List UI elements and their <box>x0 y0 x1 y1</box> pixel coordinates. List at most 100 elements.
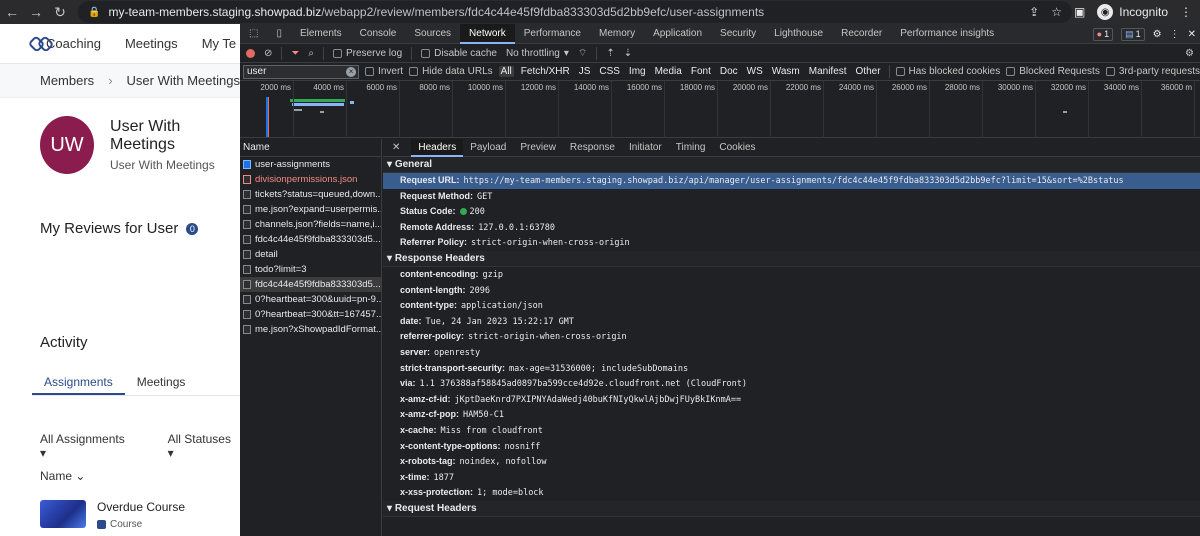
address-bar[interactable]: 🔒 my-team-members.staging.showpad.biz /w… <box>78 1 1072 23</box>
filter-icon[interactable]: ⏷ <box>291 48 299 59</box>
request-row[interactable]: 0?heartbeat=300&uuid=pn-9... <box>240 292 381 307</box>
filter-type-other[interactable]: Other <box>854 66 883 77</box>
nav-coaching[interactable]: Coaching <box>46 36 101 51</box>
detail-tab-timing[interactable]: Timing <box>669 139 713 157</box>
third-party-checkbox[interactable]: 3rd-party requests <box>1105 66 1200 77</box>
detail-tab-headers[interactable]: Headers <box>411 139 464 157</box>
request-row[interactable]: channels.json?fields=name,i... <box>240 217 381 232</box>
detail-tab-cookies[interactable]: Cookies <box>712 139 762 157</box>
device-toggle-icon[interactable]: ▯ <box>267 24 291 44</box>
filter-type-all[interactable]: All <box>498 66 514 77</box>
settings-gear-icon[interactable]: ⚙ <box>1153 29 1162 40</box>
throttling-select[interactable]: No throttling ▾ <box>506 48 569 59</box>
header-row[interactable]: strict-transport-security: max-age=315360… <box>383 361 1200 377</box>
header-row[interactable]: x-cache: Miss from cloudfront <box>383 423 1200 439</box>
tab-application[interactable]: Application <box>644 24 711 44</box>
message-count-badge[interactable]: ▤ 1 <box>1121 27 1145 41</box>
back-icon[interactable]: ← <box>0 0 24 24</box>
blocked-cookies-checkbox[interactable]: Has blocked cookies <box>895 66 1000 77</box>
response-headers-section-header[interactable]: ▾ Response Headers <box>383 250 1200 267</box>
network-settings-icon[interactable]: ⚙ <box>1185 48 1194 59</box>
filter-input[interactable]: user × <box>243 64 360 79</box>
header-row[interactable]: Request Method: GET <box>383 189 1200 205</box>
header-row[interactable]: x-time: 1877 <box>383 470 1200 486</box>
header-row[interactable]: Remote Address: 127.0.0.1:63780 <box>383 220 1200 236</box>
tab-performance[interactable]: Performance <box>515 24 590 44</box>
header-row[interactable]: content-length: 2096 <box>383 283 1200 299</box>
blocked-requests-checkbox[interactable]: Blocked Requests <box>1006 66 1100 77</box>
request-row[interactable]: fdc4c44e45f9fdba833303d5... <box>240 232 381 247</box>
tab-console[interactable]: Console <box>351 24 406 44</box>
header-row[interactable]: via: 1.1 376388af58845ad0897ba599cce4d92e… <box>383 376 1200 392</box>
clear-filter-icon[interactable]: × <box>346 66 357 77</box>
request-headers-section-header[interactable]: ▾ Request Headers <box>383 500 1200 517</box>
side-panel-icon[interactable]: ▣ <box>1074 5 1085 19</box>
request-row[interactable]: tickets?status=queued,down... <box>240 187 381 202</box>
bookmark-star-icon[interactable]: ☆ <box>1051 5 1062 19</box>
header-row[interactable]: content-type: application/json <box>383 298 1200 314</box>
incognito-indicator[interactable]: ◉ Incognito <box>1097 4 1168 20</box>
header-row[interactable]: x-amz-cf-pop: HAM50-C1 <box>383 407 1200 423</box>
search-icon[interactable]: ⌕ <box>308 48 314 59</box>
header-row[interactable]: date: Tue, 24 Jan 2023 15:22:17 GMT <box>383 314 1200 330</box>
filter-type-manifest[interactable]: Manifest <box>807 66 849 77</box>
tab-sources[interactable]: Sources <box>405 24 460 44</box>
request-row[interactable]: detail <box>240 247 381 262</box>
filter-type-wasm[interactable]: Wasm <box>770 66 802 77</box>
tab-elements[interactable]: Elements <box>291 24 351 44</box>
hide-data-urls-checkbox[interactable]: Hide data URLs <box>409 66 493 77</box>
list-item[interactable]: Overdue Course Course <box>40 500 185 530</box>
tab-lighthouse[interactable]: Lighthouse <box>765 24 832 44</box>
menu-kebab-icon[interactable]: ⋮ <box>1180 5 1192 19</box>
request-row[interactable]: user-assignments <box>240 157 381 172</box>
tab-meetings[interactable]: Meetings <box>125 366 198 395</box>
clear-icon[interactable]: ⊘ <box>264 48 272 59</box>
request-row[interactable]: me.json?expand=userpermis... <box>240 202 381 217</box>
detail-tab-response[interactable]: Response <box>563 139 622 157</box>
status-filter-dropdown[interactable]: All Statuses ▾ <box>168 432 240 460</box>
detail-tab-payload[interactable]: Payload <box>463 139 513 157</box>
request-row[interactable]: fdc4c44e45f9fdba833303d5... <box>240 277 381 292</box>
header-row[interactable]: Referrer Policy: strict-origin-when-cross… <box>383 235 1200 251</box>
header-row[interactable]: x-content-type-options: nosniff <box>383 439 1200 455</box>
invert-checkbox[interactable]: Invert <box>365 66 403 77</box>
tab-assignments[interactable]: Assignments <box>32 366 125 395</box>
request-row[interactable]: divisionpermissions.json <box>240 172 381 187</box>
header-row[interactable]: Request URL: https://my-team-members.stag… <box>383 173 1200 189</box>
header-row[interactable]: referrer-policy: strict-origin-when-cross… <box>383 329 1200 345</box>
share-icon[interactable]: ⇪ <box>1029 5 1039 19</box>
header-row[interactable]: x-xss-protection: 1; mode=block <box>383 485 1200 501</box>
reload-icon[interactable]: ↻ <box>48 0 72 24</box>
preserve-log-checkbox[interactable]: Preserve log <box>333 48 402 59</box>
close-icon[interactable]: ✕ <box>1188 29 1196 40</box>
request-row[interactable]: todo?limit=3 <box>240 262 381 277</box>
assignments-filter-dropdown[interactable]: All Assignments ▾ <box>40 432 134 460</box>
name-column-header[interactable]: Name <box>240 139 381 157</box>
network-conditions-icon[interactable]: ⌔ <box>578 47 587 60</box>
forward-icon[interactable]: → <box>24 0 48 24</box>
detail-tab-initiator[interactable]: Initiator <box>622 139 669 157</box>
close-details-icon[interactable]: ✕ <box>388 142 404 153</box>
filter-type-img[interactable]: Img <box>627 66 648 77</box>
network-timeline-overview[interactable]: 2000 ms 4000 ms 6000 ms 8000 ms 10000 ms 1200… <box>240 81 1200 138</box>
filter-type-font[interactable]: Font <box>689 66 713 77</box>
disable-cache-checkbox[interactable]: Disable cache <box>421 48 497 59</box>
filter-type-js[interactable]: JS <box>577 66 593 77</box>
error-count-badge[interactable]: ● 1 <box>1092 27 1114 41</box>
filter-type-doc[interactable]: Doc <box>718 66 740 77</box>
request-row[interactable]: me.json?xShowpadIdFormat... <box>240 322 381 337</box>
breadcrumb-members[interactable]: Members <box>40 73 94 88</box>
filter-type-media[interactable]: Media <box>653 66 684 77</box>
header-row[interactable]: server: openresty <box>383 345 1200 361</box>
record-icon[interactable] <box>246 48 255 58</box>
nav-meetings[interactable]: Meetings <box>125 36 178 51</box>
request-row[interactable]: 0?heartbeat=300&tt=167457... <box>240 307 381 322</box>
nav-my-team[interactable]: My Te <box>202 36 236 51</box>
export-har-icon[interactable]: ⇣ <box>624 48 632 59</box>
filter-type-fetch-xhr[interactable]: Fetch/XHR <box>519 66 572 77</box>
tab-security[interactable]: Security <box>711 24 765 44</box>
detail-tab-preview[interactable]: Preview <box>513 139 563 157</box>
name-column-header[interactable]: Name ⌄ <box>40 469 85 483</box>
filter-type-css[interactable]: CSS <box>597 66 622 77</box>
tab-memory[interactable]: Memory <box>590 24 644 44</box>
